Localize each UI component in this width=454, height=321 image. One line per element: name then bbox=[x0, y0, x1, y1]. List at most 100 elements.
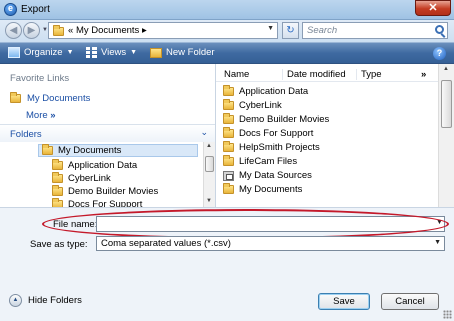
breadcrumb[interactable]: « My Documents ▸ bbox=[68, 25, 147, 36]
tree-item-label: Application Data bbox=[68, 160, 138, 171]
organize-icon bbox=[8, 47, 20, 58]
help-icon[interactable]: ? bbox=[433, 47, 446, 60]
list-item-label: My Documents bbox=[239, 184, 303, 195]
list-item[interactable]: My Documents bbox=[223, 183, 303, 195]
folder-icon bbox=[223, 113, 234, 124]
column-name[interactable]: Name bbox=[224, 69, 249, 80]
breadcrumb-overflow[interactable]: « bbox=[68, 25, 73, 36]
search-input[interactable]: Search bbox=[302, 22, 448, 39]
favorite-links-heading: Favorite Links bbox=[10, 73, 70, 84]
tree-item-label: Docs For Support bbox=[68, 199, 143, 207]
scrollbar-thumb[interactable] bbox=[441, 80, 452, 128]
back-button[interactable]: ◀ bbox=[5, 22, 22, 39]
list-item[interactable]: Demo Builder Movies bbox=[223, 113, 329, 125]
more-columns-button[interactable]: » bbox=[421, 69, 426, 80]
file-list-scrollbar[interactable]: ▲ bbox=[438, 64, 454, 207]
favorite-link-my-documents[interactable]: My Documents bbox=[10, 92, 91, 104]
command-toolbar: Organize ▼ Views ▼ New Folder ? bbox=[0, 42, 454, 64]
tree-item-my-documents[interactable]: My Documents bbox=[38, 144, 198, 157]
column-headers: Name Date modified Type » bbox=[216, 67, 438, 82]
folder-icon bbox=[223, 155, 234, 166]
address-row: ◀ ▶ ▼ « My Documents ▸ ▼ ↻ Search bbox=[0, 20, 454, 42]
folder-icon bbox=[52, 159, 63, 170]
save-form: File name: ▼ Save as type: Coma separate… bbox=[0, 207, 454, 321]
search-icon[interactable] bbox=[435, 25, 444, 34]
new-folder-label: New Folder bbox=[166, 47, 215, 58]
hide-folders-label: Hide Folders bbox=[28, 295, 82, 306]
cancel-button[interactable]: Cancel bbox=[381, 293, 439, 310]
folder-icon bbox=[52, 185, 63, 196]
list-item-label: LifeCam Files bbox=[239, 156, 298, 167]
navigation-pane: Favorite Links My Documents More » Folde… bbox=[0, 64, 216, 207]
scroll-up-icon[interactable]: ▲ bbox=[206, 143, 212, 149]
column-date-modified[interactable]: Date modified bbox=[282, 69, 346, 80]
folder-icon bbox=[223, 99, 234, 110]
column-type[interactable]: Type bbox=[356, 69, 382, 80]
breadcrumb-my-documents[interactable]: My Documents bbox=[76, 25, 139, 36]
folder-icon bbox=[10, 92, 21, 103]
folder-icon bbox=[53, 25, 64, 36]
scroll-up-icon[interactable]: ▲ bbox=[443, 66, 449, 72]
address-bar[interactable]: « My Documents ▸ ▼ bbox=[48, 22, 278, 39]
list-item[interactable]: Application Data bbox=[223, 85, 309, 97]
folder-icon bbox=[223, 141, 234, 152]
folder-icon bbox=[223, 127, 234, 138]
file-name-field[interactable] bbox=[96, 216, 445, 232]
list-item[interactable]: CyberLink bbox=[223, 99, 282, 111]
save-button[interactable]: Save bbox=[318, 293, 370, 310]
refresh-button[interactable]: ↻ bbox=[282, 22, 299, 39]
file-name-label: File name: bbox=[53, 219, 98, 230]
hide-folders-button[interactable]: ▲ Hide Folders bbox=[9, 294, 82, 307]
tree-item-docs-for-support[interactable]: Docs For Support bbox=[52, 198, 142, 207]
double-chevron-icon: » bbox=[50, 110, 56, 121]
tree-item-cyberlink[interactable]: CyberLink bbox=[52, 172, 111, 185]
resize-grip[interactable] bbox=[443, 310, 452, 319]
folder-icon bbox=[223, 183, 234, 194]
list-item[interactable]: HelpSmith Projects bbox=[223, 141, 320, 153]
title-bar: Export ✕ bbox=[0, 0, 454, 20]
folder-icon bbox=[223, 85, 234, 96]
address-dropdown-icon[interactable]: ▼ bbox=[267, 25, 274, 32]
chevron-down-icon[interactable]: ▼ bbox=[434, 239, 441, 246]
chevron-down-icon[interactable]: ⌄ bbox=[200, 127, 208, 138]
breadcrumb-arrow-icon[interactable]: ▸ bbox=[142, 25, 147, 36]
tree-item-demo-builder-movies[interactable]: Demo Builder Movies bbox=[52, 185, 158, 198]
save-as-type-value: Coma separated values (*.csv) bbox=[101, 238, 231, 249]
forward-button[interactable]: ▶ bbox=[23, 22, 40, 39]
organize-button[interactable]: Organize ▼ bbox=[8, 47, 74, 58]
list-item-label: HelpSmith Projects bbox=[239, 142, 320, 153]
window-title: Export bbox=[21, 4, 50, 15]
list-item-label: My Data Sources bbox=[239, 170, 312, 181]
new-folder-icon bbox=[150, 47, 162, 58]
list-item[interactable]: My Data Sources bbox=[223, 170, 312, 181]
views-icon bbox=[86, 47, 97, 58]
chevron-down-icon: ▼ bbox=[66, 49, 74, 56]
collapse-arrow-icon: ▲ bbox=[9, 294, 22, 307]
more-label: More bbox=[26, 110, 48, 121]
file-name-dropdown-icon[interactable]: ▼ bbox=[436, 219, 443, 226]
views-label: Views bbox=[101, 47, 127, 58]
save-as-type-select[interactable]: Coma separated values (*.csv) ▼ bbox=[96, 236, 445, 251]
new-folder-button[interactable]: New Folder bbox=[150, 47, 215, 58]
list-item[interactable]: LifeCam Files bbox=[223, 155, 298, 167]
folder-icon bbox=[52, 198, 63, 207]
views-button[interactable]: Views ▼ bbox=[86, 47, 137, 58]
list-item-label: Docs For Support bbox=[239, 128, 314, 139]
close-button[interactable]: ✕ bbox=[415, 0, 451, 16]
tree-item-label: CyberLink bbox=[68, 173, 111, 184]
tree-item-application-data[interactable]: Application Data bbox=[52, 159, 137, 172]
scroll-down-icon[interactable]: ▼ bbox=[206, 198, 212, 204]
favorite-link-label: My Documents bbox=[27, 93, 91, 104]
save-as-type-label: Save as type: bbox=[30, 239, 88, 250]
scrollbar-thumb[interactable] bbox=[205, 156, 214, 172]
folder-icon bbox=[52, 172, 63, 183]
list-item[interactable]: Docs For Support bbox=[223, 127, 314, 139]
tree-item-label: Demo Builder Movies bbox=[68, 186, 159, 197]
more-links-button[interactable]: More » bbox=[26, 110, 56, 121]
folder-tree: My Documents Application Data CyberLink … bbox=[0, 142, 203, 207]
folders-header[interactable]: Folders ⌄ bbox=[0, 124, 215, 142]
folder-tree-scrollbar[interactable]: ▲ ▼ bbox=[203, 142, 215, 207]
organize-label: Organize bbox=[24, 47, 63, 58]
chevron-down-icon: ▼ bbox=[130, 49, 138, 56]
list-item-label: Application Data bbox=[239, 86, 309, 97]
